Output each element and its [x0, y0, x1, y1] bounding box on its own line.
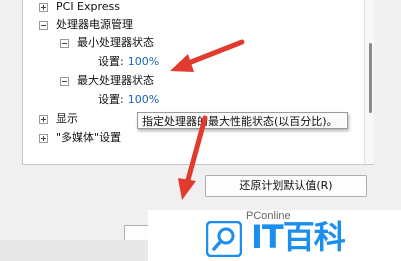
setting-tooltip: 指定处理器的最大性能状态(以百分比)。 [137, 112, 348, 129]
tree-item-multimedia[interactable]: "多媒体"设置 [39, 129, 121, 147]
setting-value-link[interactable]: 100% [128, 91, 159, 109]
scrollbar-thumb[interactable] [369, 43, 372, 113]
watermark-panel: PConline IT百科 [148, 210, 401, 261]
restore-defaults-button[interactable]: 还原计划默认值(R) [205, 175, 367, 197]
tree-item-label: 最大处理器状态 [77, 74, 154, 87]
tree-item-label: "多媒体"设置 [56, 131, 122, 144]
setting-value-link[interactable]: 100% [128, 53, 159, 71]
setting-label: 设置: [98, 55, 124, 68]
settings-tree: PCI Express 处理器电源管理 最小处理器状态 设置: 100% 最大处… [22, 0, 374, 165]
dialog-footer [0, 240, 150, 261]
search-magnifier-logo-icon [206, 221, 242, 257]
setting-label: 设置: [98, 93, 124, 106]
tree-item-label: PCI Express [56, 0, 121, 13]
expand-icon[interactable] [39, 133, 48, 143]
setting-min-value[interactable]: 设置: 100% [98, 53, 159, 71]
collapse-icon[interactable] [39, 20, 48, 30]
tree-item-min-processor-state[interactable]: 最小处理器状态 [60, 34, 154, 52]
tree-item-label: 最小处理器状态 [77, 36, 154, 49]
tree-item-pci-express[interactable]: PCI Express [39, 0, 120, 16]
tree-item-label: 处理器电源管理 [56, 18, 133, 31]
tree-scrollbar[interactable] [364, 0, 374, 164]
tree-item-label: 显示 [56, 112, 78, 125]
expand-icon[interactable] [39, 2, 48, 12]
expand-icon[interactable] [39, 114, 48, 124]
setting-max-value[interactable]: 设置: 100% [98, 91, 159, 109]
tree-item-display[interactable]: 显示 [39, 110, 78, 128]
tree-item-max-processor-state[interactable]: 最大处理器状态 [60, 72, 154, 90]
collapse-icon[interactable] [60, 38, 69, 48]
tree-item-processor-power[interactable]: 处理器电源管理 [39, 16, 133, 34]
collapse-icon[interactable] [60, 76, 69, 86]
brand-logo-text: IT百科 [251, 218, 346, 256]
